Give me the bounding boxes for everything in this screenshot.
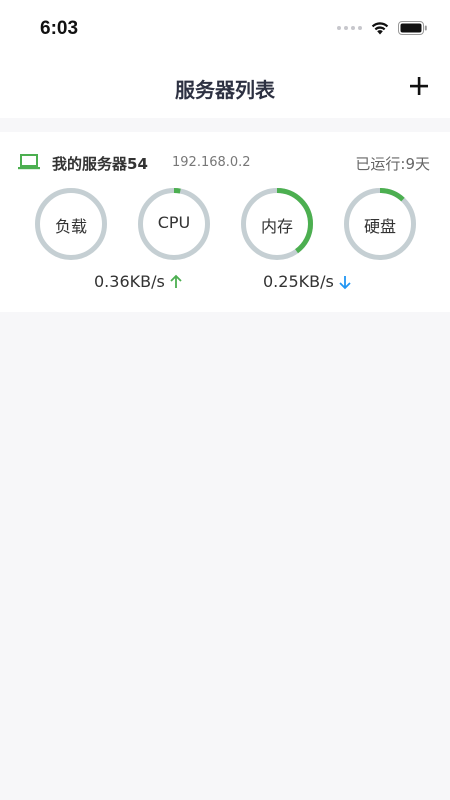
- gauge-memory-label: 内存: [260, 217, 293, 236]
- signal-dots-icon: [337, 26, 362, 30]
- add-server-button[interactable]: [406, 73, 432, 99]
- gauge-cpu[interactable]: CPU: [136, 186, 212, 262]
- laptop-icon: [18, 154, 40, 170]
- gauge-cpu-label: CPU: [157, 213, 191, 232]
- gauge-disk-label: 硬盘: [363, 217, 396, 236]
- status-icons: [337, 20, 428, 36]
- page-title: 服务器列表: [175, 78, 275, 102]
- arrow-up-icon: [170, 274, 182, 288]
- gauge-memory[interactable]: 内存: [239, 186, 315, 262]
- server-ip: 192.168.0.2: [172, 155, 251, 170]
- upload-speed-value: 0.36KB/s: [94, 272, 165, 291]
- wifi-icon: [371, 22, 389, 35]
- gauge-row: 负载 CPU 内存 硬盘: [0, 186, 450, 266]
- server-name: 我的服务器54: [52, 155, 148, 173]
- server-card-header: 我的服务器54 192.168.0.2 已运行:9天: [18, 152, 430, 174]
- gauge-load-label: 负载: [54, 217, 87, 236]
- status-bar: 6:03: [0, 0, 450, 58]
- gauge-disk[interactable]: 硬盘: [342, 186, 418, 262]
- download-speed: 0.25KB/s: [263, 272, 352, 291]
- plus-icon: [410, 77, 428, 95]
- server-card[interactable]: 我的服务器54 192.168.0.2 已运行:9天 负载 CPU 内存 硬盘 …: [0, 132, 450, 312]
- server-uptime: 已运行:9天: [355, 155, 430, 173]
- arrow-down-icon: [339, 275, 351, 289]
- navigation-bar: 服务器列表: [0, 58, 450, 118]
- status-time: 6:03: [40, 18, 79, 39]
- battery-icon: [398, 21, 427, 35]
- gauge-load[interactable]: 负载: [33, 186, 109, 262]
- download-speed-value: 0.25KB/s: [263, 272, 334, 291]
- upload-speed: 0.36KB/s: [94, 272, 183, 291]
- network-speeds: 0.36KB/s 0.25KB/s: [0, 272, 450, 296]
